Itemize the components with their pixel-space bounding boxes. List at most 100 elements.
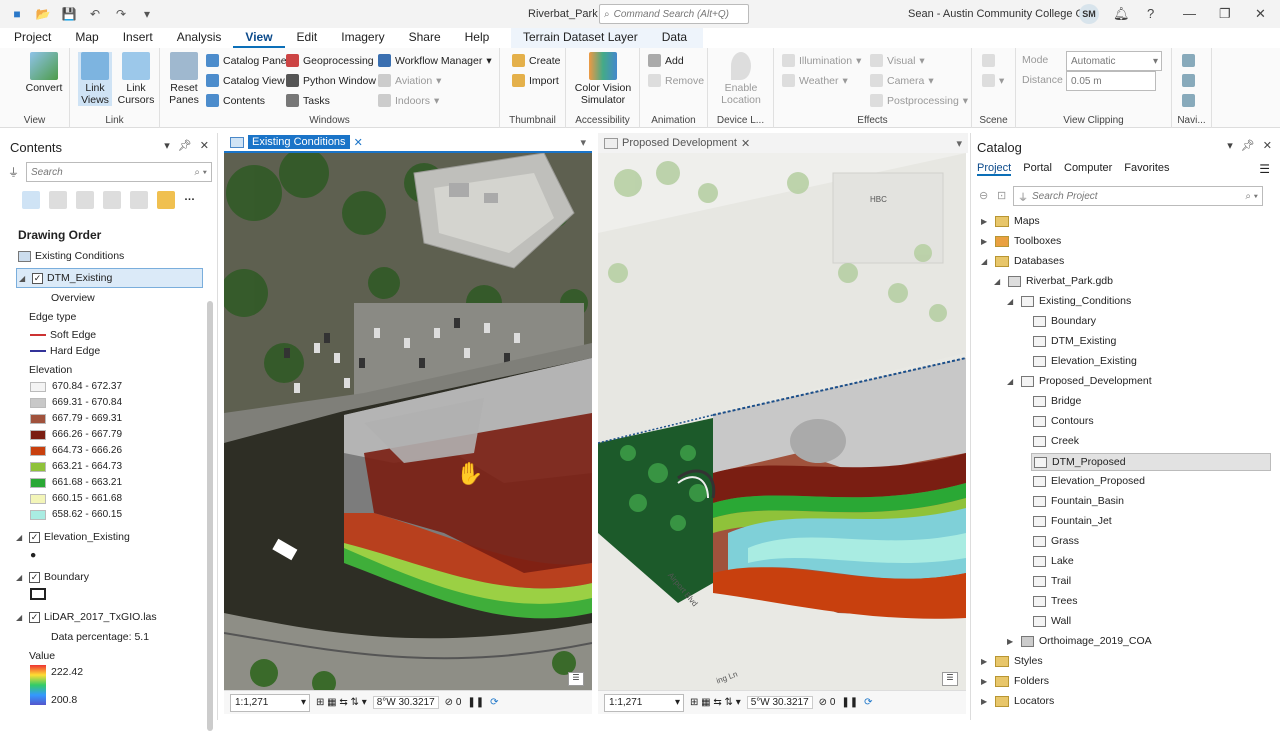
refresh-icon[interactable]: ⟳ [864,697,872,708]
contents-button[interactable]: Contents [206,94,265,107]
map-overlay-icon[interactable]: ☰ [568,672,584,686]
tab-data[interactable]: Data [650,28,699,48]
scene-tool-2[interactable]: ▾ [982,74,1004,87]
catalog-item-grass[interactable]: Grass [1033,535,1079,547]
overview-item[interactable]: Overview [51,292,95,304]
python-window-button[interactable]: Python Window [286,74,376,87]
bell-icon[interactable]: 🔔︎ [1113,6,1130,22]
pause-icon[interactable]: ❚❚ [467,697,484,708]
illumination-button[interactable]: Illumination ▾ [782,54,861,67]
back-icon[interactable]: ⊖ [979,189,988,202]
catalog-item-fountain-basin[interactable]: Fountain_Basin [1033,495,1124,507]
catalog-item-databases[interactable]: ◢ Databases [981,255,1064,267]
tab-map[interactable]: Map [63,28,110,48]
customize-qat-icon[interactable]: ▾ [136,3,158,25]
close-catalog-icon[interactable]: ✕ [1263,139,1272,152]
enable-location-button[interactable]: Enable Location [714,52,768,106]
visual-button[interactable]: Visual ▾ [870,54,925,67]
layer-elevation-existing[interactable]: ◢ ✓ Elevation_Existing [16,531,130,543]
nav-tool-1[interactable] [1182,54,1195,67]
geoprocessing-button[interactable]: Geoprocessing [286,54,374,67]
catalog-item-elevation-existing[interactable]: Elevation_Existing [1033,355,1137,367]
undo-icon[interactable]: ↶ [84,3,106,25]
tab-edit[interactable]: Edit [285,28,330,48]
scale-select[interactable]: 1:1,271 ▾ [230,693,310,712]
tab-menu-icon[interactable]: ▾ [580,136,586,149]
catalog-item-fountain-jet[interactable]: Fountain_Jet [1033,515,1112,527]
scene-tool-1[interactable] [982,54,995,67]
mode-select[interactable]: Automatic ▾ [1066,51,1162,71]
color-vision-button[interactable]: Color Vision Simulator [572,52,634,106]
command-search[interactable]: ⌕ Command Search (Alt+Q) [599,4,749,24]
list-by-labeling-icon[interactable] [157,191,175,209]
tab-insert[interactable]: Insert [111,28,165,48]
user-name[interactable]: Sean - Austin Community College GIS [908,8,1094,20]
close-tab-icon[interactable]: ✕ [741,137,750,150]
catalog-item-bridge[interactable]: Bridge [1033,395,1081,407]
filter-icon[interactable]: ⏚ [8,164,19,180]
catalog-tab-portal[interactable]: Portal [1023,162,1052,176]
tab-menu-icon[interactable]: ▾ [956,137,962,150]
create-thumbnail-button[interactable]: Create [512,54,561,67]
tab-project[interactable]: Project [0,28,63,48]
catalog-item-dtm-proposed[interactable]: DTM_Proposed [1031,453,1271,471]
tab-analysis[interactable]: Analysis [165,28,234,48]
camera-button[interactable]: Camera ▾ [870,74,934,87]
open-icon[interactable]: 📂 [32,3,54,25]
visibility-checkbox[interactable]: ✓ [29,531,40,543]
layer-lidar[interactable]: ◢ ✓ LiDAR_2017_TxGIO.las [16,611,157,623]
catalog-item-orthoimage[interactable]: ▶ Orthoimage_2019_COA [1007,635,1152,647]
help-icon[interactable]: ? [1147,6,1154,21]
catalog-item-creek[interactable]: Creek [1033,435,1079,447]
list-by-selection-icon[interactable] [76,191,94,209]
catalog-menu-icon[interactable]: ☰ [1259,162,1270,176]
map-item[interactable]: Existing Conditions [18,250,124,262]
tab-imagery[interactable]: Imagery [329,28,396,48]
tasks-button[interactable]: Tasks [286,94,330,107]
map-tab-existing[interactable]: Existing Conditions ✕ ▾ [224,133,592,153]
visibility-checkbox[interactable]: ✓ [32,272,43,284]
remove-animation-button[interactable]: Remove [648,74,704,87]
catalog-item-styles[interactable]: ▶ Styles [981,655,1043,667]
catalog-item-elevation-proposed[interactable]: Elevation_Proposed [1033,475,1145,487]
contents-search-input[interactable]: Search ⌕ ▾ [26,162,212,182]
catalog-item-existing-conditions[interactable]: ◢ Existing_Conditions [1007,295,1131,307]
pane-options-icon[interactable]: ▾ [1227,139,1233,152]
catalog-pane-button[interactable]: Catalog Pane [206,54,287,67]
indoors-button[interactable]: Indoors ▾ [378,94,439,107]
catalog-item-trees[interactable]: Trees [1033,595,1077,607]
catalog-item-folders[interactable]: ▶ Folders [981,675,1049,687]
close-contents-icon[interactable]: ✕ [200,139,209,152]
close-icon[interactable]: ✕ [1255,6,1266,22]
forward-icon[interactable]: ⊡ [997,189,1006,202]
minimize-icon[interactable]: — [1183,6,1196,21]
tab-help[interactable]: Help [453,28,502,48]
postprocessing-button[interactable]: Postprocessing ▾ [870,94,968,107]
map-view-proposed[interactable]: HBC Airport Blvd ing Ln ☰ [598,153,966,690]
map-overlay-icon[interactable]: ☰ [942,672,958,686]
distance-input[interactable]: 0.05 m [1066,71,1156,91]
catalog-view-button[interactable]: Catalog View [206,74,285,87]
catalog-item-boundary[interactable]: Boundary [1033,315,1096,327]
nav-tool-2[interactable] [1182,74,1195,87]
weather-button[interactable]: Weather ▾ [782,74,848,87]
link-cursors-button[interactable]: Link Cursors [116,52,156,106]
redo-icon[interactable]: ↷ [110,3,132,25]
catalog-item-locators[interactable]: ▶ Locators [981,695,1054,707]
close-tab-icon[interactable]: ✕ [354,136,363,149]
tab-share[interactable]: Share [397,28,453,48]
add-animation-button[interactable]: Add [648,54,684,67]
avatar[interactable]: SM [1079,4,1099,24]
list-by-editing-icon[interactable] [103,191,121,209]
workflow-manager-button[interactable]: Workflow Manager ▾ [378,54,492,67]
snapping-icon[interactable]: ⊞ ▦ ⇆ ⇅ ▾ [690,697,741,708]
catalog-tab-favorites[interactable]: Favorites [1124,162,1169,176]
map-tab-proposed[interactable]: Proposed Development ✕ ▾ [598,133,968,153]
reset-panes-button[interactable]: Reset Panes [166,52,202,106]
catalog-search-input[interactable]: ⏚ Search Project ⌕ ▾ [1013,186,1263,206]
catalog-item-toolboxes[interactable]: ▶ Toolboxes [981,235,1061,247]
pin-icon[interactable]: 📌︎ [178,139,192,152]
catalog-item-gdb[interactable]: ◢ Riverbat_Park.gdb [994,275,1113,287]
pause-icon[interactable]: ❚❚ [841,697,858,708]
restore-icon[interactable]: ❐ [1219,6,1231,22]
